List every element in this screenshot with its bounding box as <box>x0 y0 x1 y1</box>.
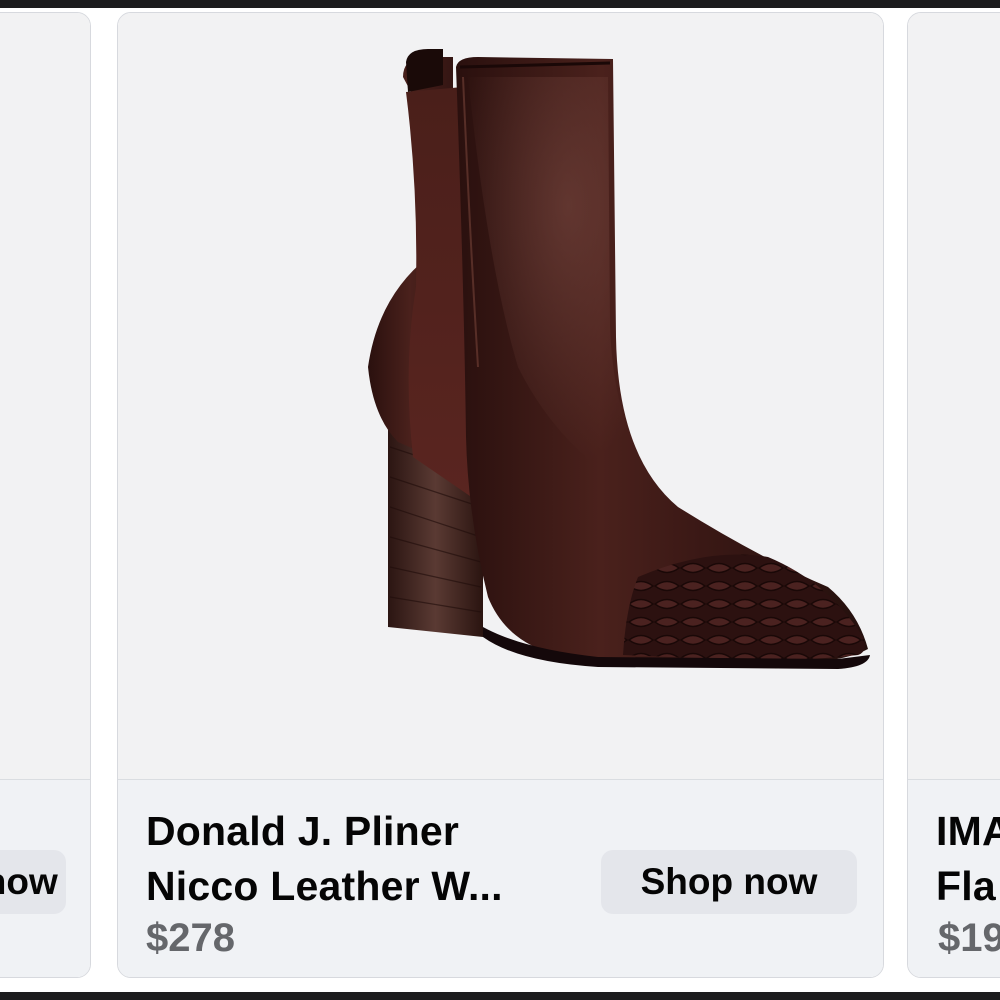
product-card-footer-main: Donald J. Pliner Nicco Leather W... $278… <box>118 779 883 977</box>
product-card-main[interactable]: Donald J. Pliner Nicco Leather W... $278… <box>117 12 884 978</box>
product-title-line-1: Donald J. Pliner <box>146 808 460 854</box>
product-card-left[interactable]: Shop now <box>0 12 91 978</box>
product-card-right[interactable]: IMA Fla $19 <box>907 12 1000 978</box>
product-card-footer-left: Shop now <box>0 779 90 977</box>
product-price: $278 <box>146 916 235 960</box>
product-title-right-line-1: IMA <box>936 808 1000 854</box>
product-image-main[interactable] <box>118 13 883 779</box>
product-image-right[interactable] <box>908 13 1000 779</box>
product-card-footer-right: IMA Fla $19 <box>908 779 1000 977</box>
product-title-right[interactable]: IMA Fla <box>936 804 1000 914</box>
product-image-left[interactable] <box>0 13 90 779</box>
ankle-boot-image <box>368 49 870 669</box>
shop-now-button-left[interactable]: Shop now <box>0 850 66 914</box>
product-title-line-2: Nicco Leather W... <box>146 863 503 909</box>
product-price-right: $19 <box>938 916 1000 960</box>
product-carousel: Shop now <box>0 8 1000 992</box>
product-title[interactable]: Donald J. Pliner Nicco Leather W... <box>146 804 586 914</box>
product-title-right-line-2: Fla <box>936 863 996 909</box>
shop-now-button[interactable]: Shop now <box>601 850 857 914</box>
